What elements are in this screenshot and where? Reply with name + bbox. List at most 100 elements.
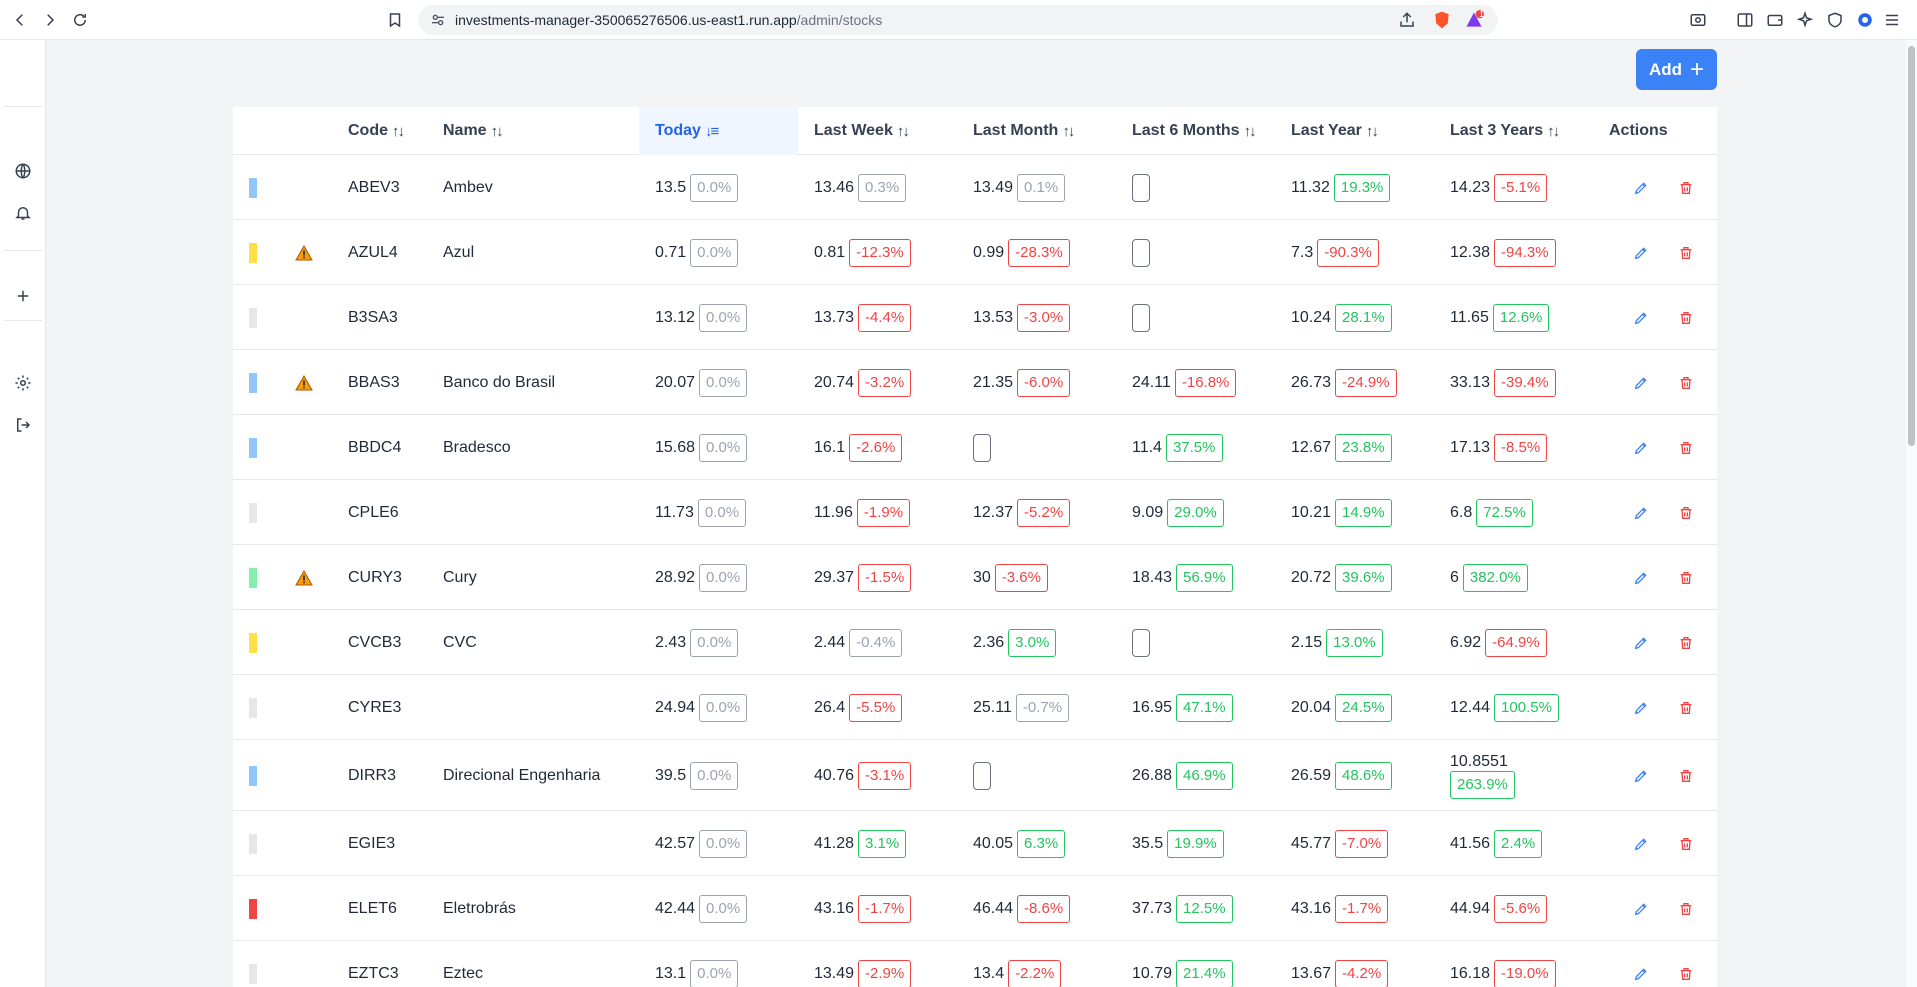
wallet-icon[interactable] <box>1763 8 1787 32</box>
edit-icon[interactable] <box>1631 503 1651 523</box>
price-value: 2.36 <box>973 633 1005 651</box>
delete-icon[interactable] <box>1676 503 1696 523</box>
edit-icon[interactable] <box>1631 633 1651 653</box>
change-badge: 382.0% <box>1462 563 1528 592</box>
price-cell-three: 12.38 -94.3% <box>1450 220 1556 285</box>
bookmark-icon[interactable] <box>383 8 407 32</box>
change-badge: -7.0% <box>1335 829 1389 858</box>
price-cell-month: 25.11 -0.7% <box>973 675 1070 740</box>
price-value: 42.44 <box>655 899 696 917</box>
change-badge: -24.9% <box>1335 368 1397 397</box>
price-value: 26.59 <box>1291 766 1332 784</box>
brave-shield-icon[interactable] <box>1432 10 1452 35</box>
page-scrollbar[interactable] <box>1906 40 1917 987</box>
logout-icon[interactable] <box>12 414 34 436</box>
delete-icon[interactable] <box>1676 438 1696 458</box>
column-header-last-month[interactable]: Last Month ↑↓ <box>973 107 1132 155</box>
sidebar-toggle-icon[interactable] <box>1733 8 1757 32</box>
edit-icon[interactable] <box>1631 373 1651 393</box>
edit-icon[interactable] <box>1631 178 1651 198</box>
change-badge: -5.2% <box>1017 498 1071 527</box>
empty-change-badge <box>1132 238 1150 267</box>
delete-icon[interactable] <box>1676 698 1696 718</box>
forward-icon[interactable] <box>38 8 62 32</box>
delete-icon[interactable] <box>1676 964 1696 984</box>
sort-icon: ↑↓ <box>490 122 504 140</box>
site-settings-icon[interactable] <box>430 12 446 33</box>
sort-icon: ↑↓ <box>392 122 405 140</box>
add-button[interactable]: Add + <box>1636 49 1717 90</box>
delete-icon[interactable] <box>1676 243 1696 263</box>
screenshot-icon[interactable] <box>1686 8 1710 32</box>
globe-icon[interactable] <box>12 160 34 182</box>
scrollbar-thumb[interactable] <box>1908 46 1915 446</box>
edit-icon[interactable] <box>1631 568 1651 588</box>
delete-icon[interactable] <box>1676 834 1696 854</box>
stock-name: Banco do Brasil <box>443 373 556 391</box>
add-icon[interactable] <box>12 285 34 307</box>
change-badge: 0.3% <box>858 173 907 202</box>
price-value: 13.1 <box>655 964 687 982</box>
app-sidebar <box>0 40 46 987</box>
column-header-last-6-months[interactable]: Last 6 Months ↑↓ <box>1132 107 1291 155</box>
sidebar-divider <box>4 320 42 321</box>
leo-ai-icon[interactable] <box>1793 8 1817 32</box>
edit-icon[interactable] <box>1631 899 1651 919</box>
table-row: BBDC4 Bradesco 15.68 0.0% 16.1 -2.6% 11.4 37.5%… <box>233 415 1717 480</box>
delete-icon[interactable] <box>1676 766 1696 786</box>
profile-icon[interactable] <box>1853 8 1877 32</box>
edit-icon[interactable] <box>1631 698 1651 718</box>
change-badge: -1.7% <box>858 894 912 923</box>
delete-icon[interactable] <box>1676 308 1696 328</box>
change-badge: -5.5% <box>849 693 903 722</box>
change-badge: -3.2% <box>858 368 912 397</box>
change-badge: 72.5% <box>1476 498 1533 527</box>
bell-icon[interactable] <box>12 202 34 224</box>
stock-name: Bradesco <box>443 438 511 456</box>
price-cell-three: 10.8551 263.9% <box>1450 740 1515 811</box>
brave-rewards-icon[interactable]: 1 <box>1464 9 1484 35</box>
share-icon[interactable] <box>1398 11 1416 34</box>
empty-change-badge <box>973 433 991 462</box>
price-value: 41.28 <box>814 834 855 852</box>
stock-code: DIRR3 <box>348 766 397 784</box>
price-cell-year: 20.72 39.6% <box>1291 545 1392 610</box>
column-header-today[interactable]: Today ↓≡ <box>639 107 798 155</box>
column-header-last-3-years[interactable]: Last 3 Years ↑↓ <box>1450 107 1609 155</box>
address-bar[interactable]: investments-manager-350065276506.us-east… <box>418 5 1498 35</box>
delete-icon[interactable] <box>1676 373 1696 393</box>
menu-icon[interactable] <box>1880 8 1904 32</box>
gear-icon[interactable] <box>12 372 34 394</box>
edit-icon[interactable] <box>1631 834 1651 854</box>
price-value: 2.44 <box>814 633 846 651</box>
back-icon[interactable] <box>8 8 32 32</box>
price-value: 39.5 <box>655 766 687 784</box>
change-badge: 6.3% <box>1017 829 1066 858</box>
delete-icon[interactable] <box>1676 899 1696 919</box>
price-cell-month: 13.53 -3.0% <box>973 285 1071 350</box>
price-cell-three: 17.13 -8.5% <box>1450 415 1548 480</box>
edit-icon[interactable] <box>1631 964 1651 984</box>
edit-icon[interactable] <box>1631 438 1651 458</box>
column-header-name[interactable]: Name ↑↓ <box>443 107 623 155</box>
column-header-last-week[interactable]: Last Week ↑↓ <box>814 107 973 155</box>
reload-icon[interactable] <box>68 8 92 32</box>
price-cell-six: 11.4 37.5% <box>1132 415 1223 480</box>
delete-icon[interactable] <box>1676 633 1696 653</box>
browser-toolbar: investments-manager-350065276506.us-east… <box>0 0 1917 40</box>
price-value: 12.38 <box>1450 243 1491 261</box>
vpn-icon[interactable] <box>1823 8 1847 32</box>
delete-icon[interactable] <box>1676 178 1696 198</box>
status-flag <box>249 567 257 588</box>
price-value: 44.94 <box>1450 899 1491 917</box>
change-badge: 24.5% <box>1335 693 1392 722</box>
column-header-code[interactable]: Code ↑↓ <box>348 107 443 155</box>
price-cell-month <box>973 740 991 811</box>
delete-icon[interactable] <box>1676 568 1696 588</box>
column-header-last-year[interactable]: Last Year ↑↓ <box>1291 107 1450 155</box>
edit-icon[interactable] <box>1631 243 1651 263</box>
edit-icon[interactable] <box>1631 308 1651 328</box>
edit-icon[interactable] <box>1631 766 1651 786</box>
price-value: 28.92 <box>655 568 696 586</box>
change-badge: 19.9% <box>1167 829 1224 858</box>
